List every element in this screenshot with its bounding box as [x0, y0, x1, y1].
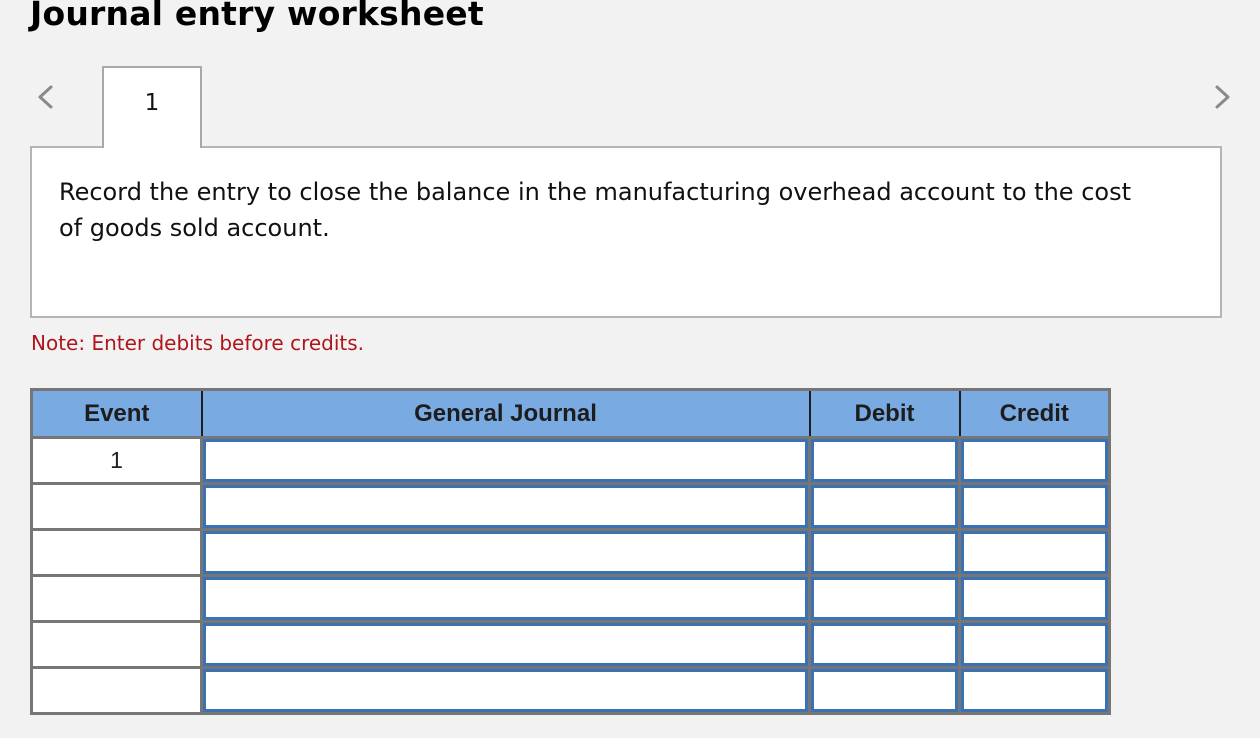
- journal-table: Event General Journal Debit Credit 1: [30, 388, 1111, 715]
- table-row: [30, 574, 1111, 623]
- debit-cell: [808, 620, 961, 669]
- table-row: [30, 482, 1111, 531]
- debit-cell: [808, 666, 961, 715]
- event-cell: 1: [30, 436, 203, 485]
- debit-input[interactable]: [811, 669, 958, 712]
- column-header-credit: Credit: [958, 388, 1111, 439]
- credit-input[interactable]: [961, 669, 1108, 712]
- debit-cell: [808, 482, 961, 531]
- general-journal-cell: [200, 436, 811, 485]
- event-cell: [30, 666, 203, 715]
- general-journal-input[interactable]: [203, 669, 808, 712]
- debit-cell: [808, 574, 961, 623]
- debit-cell: [808, 528, 961, 577]
- table-row: [30, 620, 1111, 669]
- credit-input[interactable]: [961, 577, 1108, 620]
- table-header-row: Event General Journal Debit Credit: [30, 388, 1111, 439]
- column-header-general-journal: General Journal: [200, 388, 811, 439]
- tab-1[interactable]: 1: [102, 66, 202, 148]
- debit-input[interactable]: [811, 485, 958, 528]
- event-cell: [30, 528, 203, 577]
- debit-input[interactable]: [811, 531, 958, 574]
- instruction-text: Record the entry to close the balance in…: [59, 178, 1131, 242]
- credit-cell: [958, 482, 1111, 531]
- debit-cell: [808, 436, 961, 485]
- general-journal-cell: [200, 574, 811, 623]
- general-journal-input[interactable]: [203, 531, 808, 574]
- credit-cell: [958, 574, 1111, 623]
- table-row: [30, 528, 1111, 577]
- general-journal-input[interactable]: [203, 623, 808, 666]
- debit-input[interactable]: [811, 623, 958, 666]
- general-journal-cell: [200, 620, 811, 669]
- credit-cell: [958, 528, 1111, 577]
- previous-button[interactable]: [34, 82, 58, 112]
- chevron-right-icon: [1215, 85, 1230, 109]
- credit-input[interactable]: [961, 439, 1108, 482]
- credit-cell: [958, 620, 1111, 669]
- next-button[interactable]: [1210, 82, 1234, 112]
- event-cell: [30, 482, 203, 531]
- debit-input[interactable]: [811, 439, 958, 482]
- column-header-event: Event: [30, 388, 203, 439]
- credit-input[interactable]: [961, 531, 1108, 574]
- general-journal-input[interactable]: [203, 485, 808, 528]
- chevron-left-icon: [38, 85, 53, 109]
- event-cell: [30, 574, 203, 623]
- general-journal-input[interactable]: [203, 577, 808, 620]
- general-journal-cell: [200, 482, 811, 531]
- table-row: 1: [30, 436, 1111, 485]
- general-journal-input[interactable]: [203, 439, 808, 482]
- instruction-panel: Record the entry to close the balance in…: [30, 146, 1222, 318]
- note-text: Note: Enter debits before credits.: [31, 331, 365, 355]
- event-cell: [30, 620, 203, 669]
- column-header-debit: Debit: [808, 388, 961, 439]
- credit-cell: [958, 666, 1111, 715]
- credit-input[interactable]: [961, 623, 1108, 666]
- table-row: [30, 666, 1111, 715]
- page-title: Journal entry worksheet: [30, 0, 484, 33]
- general-journal-cell: [200, 528, 811, 577]
- credit-input[interactable]: [961, 485, 1108, 528]
- general-journal-cell: [200, 666, 811, 715]
- credit-cell: [958, 436, 1111, 485]
- debit-input[interactable]: [811, 577, 958, 620]
